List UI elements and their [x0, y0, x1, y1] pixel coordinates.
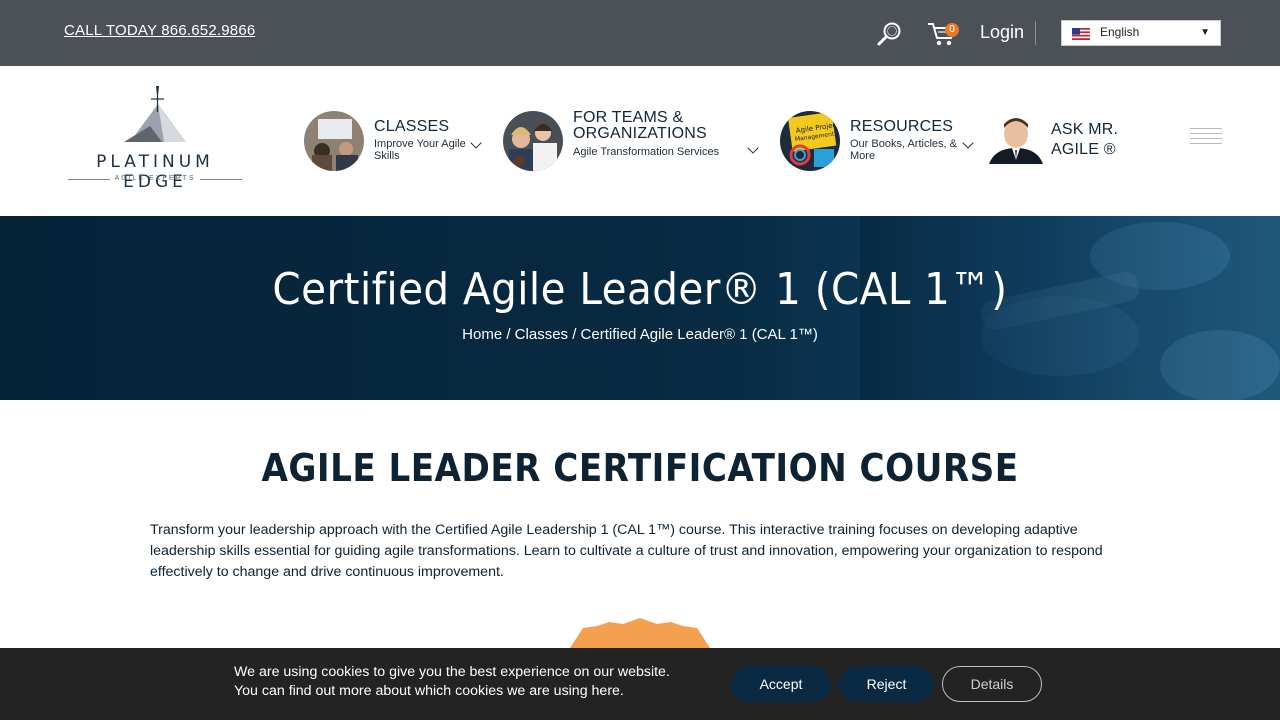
nav-title-resources: RESOURCES — [850, 118, 954, 135]
divider — [1035, 21, 1036, 45]
nav-item-ask-mr-agile[interactable]: ASK MR. AGILE ® — [985, 112, 1165, 170]
cookie-message-line[interactable]: You can find out more about which cookie… — [234, 682, 670, 701]
nav-subtitle-teams: Agile Transformation Services — [573, 146, 720, 158]
cart-count-badge: 0 — [945, 23, 959, 37]
cookie-message-line: We are using cookies to give you the bes… — [234, 664, 670, 680]
top-bar: CALL TODAY 866.652.9866 0 Login English … — [0, 0, 1280, 66]
main-navigation: PLATINUM EDGE AGILE EXPERTS CLASSES Impr… — [0, 66, 1280, 216]
nav-subtitle-resources: Our Books, Articles, & More — [850, 138, 957, 162]
nav-item-resources[interactable]: Agile Project Management RESOURCES Our B… — [780, 110, 976, 172]
cookie-message: We are using cookies to give you the bes… — [234, 663, 670, 701]
section-heading: AGILE LEADER CERTIFICATION COURSE — [261, 446, 1019, 490]
caret-down-icon: ▼ — [1200, 27, 1210, 38]
nav-subtitle-classes: Improve Your Agile Skills — [374, 138, 466, 162]
mr-agile-portrait — [985, 112, 1047, 164]
resources-thumbnail: Agile Project Management — [780, 111, 840, 171]
nav-item-teams[interactable]: FOR TEAMS & ORGANIZATIONS Agile Transfor… — [503, 110, 765, 172]
language-label: English — [1100, 25, 1140, 39]
details-button[interactable]: Details — [942, 666, 1042, 702]
divider — [200, 179, 242, 180]
chevron-down-icon[interactable] — [470, 137, 482, 149]
language-select[interactable]: English ▼ — [1061, 20, 1221, 46]
reject-button[interactable]: Reject — [839, 666, 934, 702]
teams-thumbnail — [503, 111, 563, 171]
call-phone-link[interactable]: CALL TODAY 866.652.9866 — [64, 22, 255, 39]
nav-title-teams: FOR TEAMS & ORGANIZATIONS — [573, 109, 707, 142]
intro-paragraph: Transform your leadership approach with … — [150, 522, 1103, 580]
page-hero: Certified Agile Leader® 1 (CAL 1™) Home … — [0, 216, 1280, 400]
chevron-down-icon[interactable] — [747, 142, 759, 154]
page-title: Certified Agile Leader® 1 (CAL 1™) — [272, 264, 1008, 315]
cookie-banner: We are using cookies to give you the bes… — [0, 648, 1280, 720]
breadcrumb[interactable]: Home / Classes / Certified Agile Leader®… — [0, 326, 1280, 343]
nav-title-ask-mr-agile: ASK MR. AGILE ® — [1051, 121, 1119, 158]
logo-name: PLATINUM EDGE — [96, 152, 214, 192]
accept-button[interactable]: Accept — [731, 666, 831, 702]
nav-title-classes: CLASSES — [374, 118, 450, 135]
login-link[interactable]: Login — [980, 22, 1024, 43]
nav-item-classes[interactable]: CLASSES Improve Your Agile Skills — [304, 110, 494, 172]
search-icon[interactable] — [876, 20, 904, 48]
logo-mark — [124, 86, 186, 142]
classes-thumbnail — [304, 111, 364, 171]
chevron-down-icon[interactable] — [962, 137, 974, 149]
flag-us-icon — [1072, 28, 1090, 40]
logo[interactable]: PLATINUM EDGE AGILE EXPERTS — [64, 86, 246, 192]
hamburger-icon[interactable] — [1190, 128, 1222, 148]
